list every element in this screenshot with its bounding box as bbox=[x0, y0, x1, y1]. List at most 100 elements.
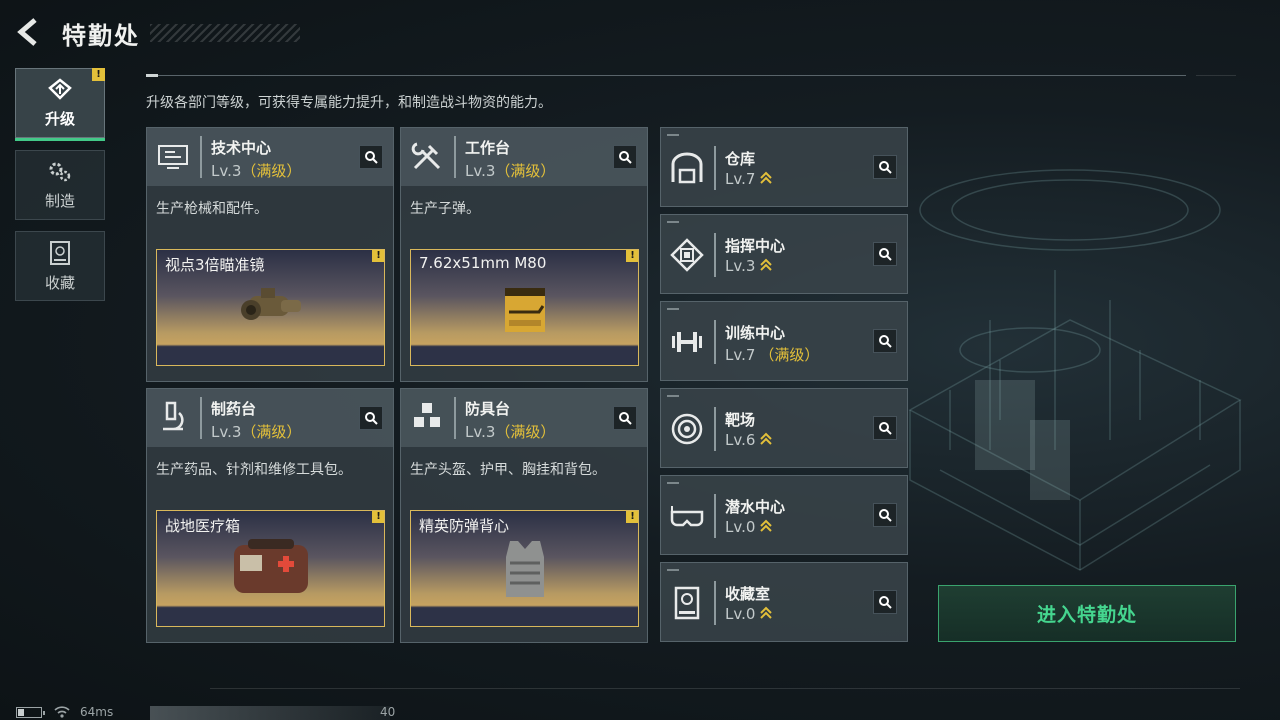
separator bbox=[714, 233, 716, 277]
display-case-icon bbox=[674, 586, 700, 620]
facility-level: Lv.3 bbox=[725, 257, 773, 275]
item-name: 战地医疗箱 bbox=[165, 517, 241, 535]
workshop-level: Lv.3（满级） bbox=[465, 423, 556, 441]
nav-tab-collection[interactable]: 收藏 bbox=[15, 231, 105, 301]
facility-name: 靶场 bbox=[725, 411, 756, 429]
inspect-button[interactable] bbox=[613, 406, 637, 430]
crafting-item-slot[interactable]: 7.62x51mm M80 ! bbox=[410, 249, 639, 366]
card-header: 防具台 Lv.3（满级） bbox=[401, 389, 647, 447]
card-header: 工作台 Lv.3（满级） bbox=[401, 128, 647, 186]
medkit-image bbox=[233, 539, 308, 593]
workshop-card-armory[interactable]: 防具台 Lv.3（满级） 生产头盔、护甲、胸挂和背包。 精英防弹背心 ! bbox=[400, 388, 648, 643]
card-header: 技术中心 Lv.3（满级） bbox=[147, 128, 393, 186]
inspect-button[interactable] bbox=[873, 416, 897, 440]
nav-label-craft: 制造 bbox=[44, 191, 75, 210]
workshop-card-workbench[interactable]: 工作台 Lv.3（满级） 生产子弹。 7.62x51mm M80 ! bbox=[400, 127, 648, 382]
workshop-card-pharmacy[interactable]: 制药台 Lv.3（满级） 生产药品、针剂和维修工具包。 战地医疗箱 ! bbox=[146, 388, 394, 643]
facility-card-diving-center[interactable]: 潜水中心 Lv.0 bbox=[660, 475, 908, 555]
inspect-button[interactable] bbox=[873, 155, 897, 179]
alert-badge: ! bbox=[626, 511, 638, 523]
crafting-item-slot[interactable]: 战地医疗箱 ! bbox=[156, 510, 385, 627]
inspect-button[interactable] bbox=[613, 145, 637, 169]
magnifier-icon bbox=[365, 412, 378, 425]
facility-name: 潜水中心 bbox=[725, 498, 786, 516]
microscope-icon bbox=[163, 401, 184, 431]
workshop-card-tech-center[interactable]: 技术中心 Lv.3（满级） 生产枪械和配件。 视点3倍瞄准镜 ! bbox=[146, 127, 394, 382]
facility-card-warehouse[interactable]: 仓库 Lv.7 bbox=[660, 127, 908, 207]
facility-card-training-center[interactable]: 训练中心 Lv.7 （满级） bbox=[660, 301, 908, 381]
frame-line-bottom bbox=[210, 688, 1240, 689]
enter-button-label: 进入特勤处 bbox=[1036, 604, 1137, 626]
workshop-description: 生产药品、针剂和维修工具包。 bbox=[156, 462, 352, 478]
scope-image bbox=[240, 288, 301, 320]
alert-badge: ! bbox=[372, 511, 384, 523]
magnifier-icon bbox=[879, 596, 892, 609]
nav-tab-craft[interactable]: 制造 bbox=[15, 150, 105, 220]
facility-card-shooting-range[interactable]: 靶场 Lv.6 bbox=[660, 388, 908, 468]
upgrade-icon bbox=[48, 77, 72, 100]
separator bbox=[714, 494, 716, 538]
workshop-description: 生产头盔、护甲、胸挂和背包。 bbox=[410, 462, 606, 478]
alert-badge: ! bbox=[626, 250, 638, 262]
workshop-name: 防具台 bbox=[465, 400, 511, 418]
header-separator bbox=[200, 397, 202, 439]
alert-badge: ! bbox=[92, 68, 105, 81]
page-description: 升级各部门等级，可获得专属能力提升，和制造战斗物资的能力。 bbox=[146, 95, 552, 111]
nav-tab-upgrade[interactable]: 升级 ! bbox=[15, 68, 105, 141]
diving-mask-icon bbox=[670, 506, 704, 527]
fps-value: 40 bbox=[380, 705, 396, 719]
ammo-box-image bbox=[504, 288, 545, 332]
facility-level: Lv.6 bbox=[725, 431, 773, 449]
inspect-button[interactable] bbox=[873, 329, 897, 353]
facility-name: 指挥中心 bbox=[725, 237, 786, 255]
facility-level: Lv.0 bbox=[725, 605, 773, 623]
crafting-item-slot[interactable]: 视点3倍瞄准镜 ! bbox=[156, 249, 385, 366]
upgrade-chevrons-icon bbox=[760, 171, 773, 184]
back-button[interactable] bbox=[14, 16, 44, 48]
inspect-button[interactable] bbox=[873, 590, 897, 614]
upgrade-chevrons-icon bbox=[760, 258, 773, 271]
nav-label-upgrade: 升级 bbox=[44, 109, 75, 128]
divider bbox=[146, 74, 1186, 77]
facility-card-collection-room[interactable]: 收藏室 Lv.0 bbox=[660, 562, 908, 642]
upgrade-chevrons-icon bbox=[760, 606, 773, 619]
facility-level: Lv.7 bbox=[725, 170, 773, 188]
separator bbox=[714, 320, 716, 364]
magnifier-icon bbox=[619, 412, 632, 425]
inspect-button[interactable] bbox=[873, 503, 897, 527]
cubes-icon bbox=[414, 403, 440, 427]
facility-name: 训练中心 bbox=[725, 324, 786, 342]
workshop-level: Lv.3（满级） bbox=[465, 162, 556, 180]
chip-icon bbox=[670, 238, 704, 272]
facility-card-command-center[interactable]: 指挥中心 Lv.3 bbox=[660, 214, 908, 294]
workshop-description: 生产枪械和配件。 bbox=[156, 201, 268, 217]
enter-special-ops-button[interactable]: 进入特勤处 bbox=[938, 585, 1236, 642]
page-title: 特勤处 bbox=[62, 22, 140, 50]
nav-label-collection: 收藏 bbox=[44, 273, 75, 292]
card-header: 制药台 Lv.3（满级） bbox=[147, 389, 393, 447]
gears-icon bbox=[49, 162, 71, 181]
inspect-button[interactable] bbox=[359, 145, 383, 169]
crafting-item-slot[interactable]: 精英防弹背心 ! bbox=[410, 510, 639, 627]
ping-value: 64ms bbox=[80, 705, 114, 719]
facility-name: 仓库 bbox=[725, 150, 756, 168]
separator bbox=[714, 146, 716, 190]
status-bar: 64ms 40 bbox=[16, 704, 416, 720]
workshop-description: 生产子弹。 bbox=[410, 201, 480, 217]
magnifier-icon bbox=[619, 151, 632, 164]
header: 特勤处 bbox=[0, 0, 1280, 64]
facility-name: 收藏室 bbox=[725, 585, 771, 603]
inspect-button[interactable] bbox=[359, 406, 383, 430]
collection-case-icon bbox=[50, 240, 70, 265]
facility-level: Lv.7 （满级） bbox=[725, 345, 820, 365]
warehouse-icon bbox=[671, 152, 703, 184]
separator bbox=[714, 407, 716, 451]
magnifier-icon bbox=[879, 161, 892, 174]
fps-bar bbox=[150, 706, 390, 720]
inspect-button[interactable] bbox=[873, 242, 897, 266]
target-icon bbox=[671, 413, 703, 445]
magnifier-icon bbox=[879, 422, 892, 435]
computer-icon bbox=[158, 145, 188, 169]
magnifier-icon bbox=[879, 509, 892, 522]
title-decoration bbox=[150, 24, 300, 42]
